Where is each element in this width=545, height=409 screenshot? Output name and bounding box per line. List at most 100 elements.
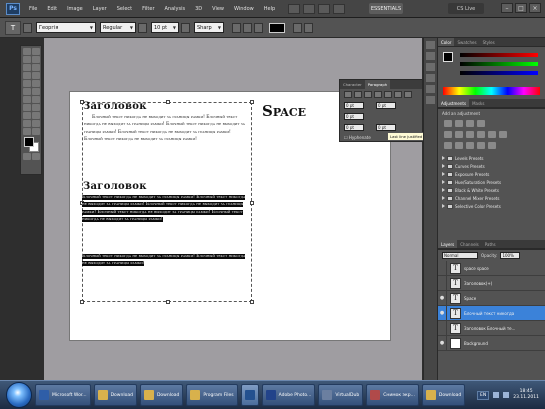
red-slider[interactable] <box>460 53 538 57</box>
color-balance-icon[interactable] <box>466 131 474 138</box>
space-before-field[interactable]: 0 pt <box>344 124 364 131</box>
foreground-color-swatch[interactable] <box>24 137 34 147</box>
frame-handle[interactable] <box>80 300 84 304</box>
visibility-eye-icon[interactable]: ● <box>438 305 447 321</box>
clone-stamp-tool-icon[interactable] <box>23 80 31 87</box>
black-white-icon[interactable] <box>477 131 485 138</box>
visibility-eye-icon[interactable]: ● <box>438 335 447 351</box>
tab-styles[interactable]: Styles <box>480 38 498 46</box>
frame-handle[interactable] <box>250 201 254 205</box>
align-center-icon[interactable] <box>354 91 362 98</box>
vibrance-icon[interactable] <box>444 131 452 138</box>
align-right-icon[interactable] <box>364 91 372 98</box>
move-tool-icon[interactable] <box>23 48 31 55</box>
menu-3d[interactable]: 3D <box>190 6 207 12</box>
menu-help[interactable]: Help <box>259 6 280 12</box>
quick-select-tool-icon[interactable] <box>32 56 40 63</box>
hue-saturation-icon[interactable] <box>455 131 463 138</box>
history-brush-tool-icon[interactable] <box>32 80 40 87</box>
history-icon[interactable] <box>426 41 435 49</box>
quick-mask-icon[interactable] <box>23 153 31 160</box>
tab-character[interactable]: Character <box>340 80 365 89</box>
tab-swatches[interactable]: Swatches <box>454 38 479 46</box>
blur-tool-icon[interactable] <box>23 96 31 103</box>
curves-icon[interactable] <box>466 120 474 127</box>
selective-color-icon[interactable] <box>488 142 496 149</box>
orientation-toggle-icon[interactable] <box>23 22 32 33</box>
actions-icon[interactable] <box>426 52 435 60</box>
brush-tool-icon[interactable] <box>32 72 40 79</box>
preset-channel-mixer[interactable]: Channel Mixer Presets <box>442 194 541 202</box>
pen-tool-icon[interactable] <box>23 104 31 111</box>
bridge-icon[interactable] <box>288 3 301 14</box>
frame-handle[interactable] <box>166 300 170 304</box>
text-color-swatch[interactable] <box>269 22 285 33</box>
visibility-eye-icon[interactable] <box>438 260 447 276</box>
brushes-icon[interactable] <box>426 85 435 93</box>
tab-paragraph[interactable]: Paragraph <box>364 80 391 89</box>
menu-layer[interactable]: Layer <box>88 6 112 12</box>
posterize-icon[interactable] <box>455 142 463 149</box>
cs-live-button[interactable]: CS Live <box>448 3 484 14</box>
visibility-eye-icon[interactable]: ● <box>438 290 447 306</box>
arrange-documents-icon[interactable] <box>333 3 346 14</box>
layer-row[interactable]: Tspace space <box>438 260 545 276</box>
justify-right-icon[interactable] <box>394 91 402 98</box>
font-family-select[interactable]: Георгія ▼ <box>36 22 96 33</box>
3d-orbit-tool-icon[interactable] <box>32 120 40 127</box>
hand-tool-icon[interactable] <box>23 128 31 135</box>
antialias-select[interactable]: Sharp ▼ <box>194 22 224 33</box>
volume-icon[interactable] <box>503 392 510 398</box>
zoom-level-icon[interactable] <box>318 3 331 14</box>
menu-select[interactable]: Select <box>112 6 137 12</box>
frame-handle[interactable] <box>166 100 170 104</box>
layer-row[interactable]: ● T Space <box>438 290 545 306</box>
exposure-icon[interactable] <box>477 120 485 127</box>
marquee-tool-icon[interactable] <box>32 48 40 55</box>
tab-adjustments[interactable]: Adjustments <box>438 99 470 107</box>
dodge-tool-icon[interactable] <box>32 96 40 103</box>
menu-analysis[interactable]: Analysis <box>160 6 191 12</box>
visibility-eye-icon[interactable] <box>438 320 447 336</box>
paragraph-icon[interactable] <box>426 74 435 82</box>
screen-mode-icon[interactable] <box>32 153 40 160</box>
threshold-icon[interactable] <box>466 142 474 149</box>
character-panel-toggle-icon[interactable] <box>304 22 313 33</box>
taskbar-item[interactable]: Program Files <box>186 384 238 406</box>
path-select-tool-icon[interactable] <box>23 112 31 119</box>
crop-tool-icon[interactable] <box>23 64 31 71</box>
menu-edit[interactable]: Edit <box>42 6 62 12</box>
menu-filter[interactable]: Filter <box>137 6 159 12</box>
green-slider[interactable] <box>460 62 538 66</box>
tab-color[interactable]: Color <box>438 38 455 46</box>
preset-curves[interactable]: Curves Presets <box>442 162 541 170</box>
layer-row[interactable]: ● Background <box>438 335 545 351</box>
frame-handle[interactable] <box>250 300 254 304</box>
font-size-select[interactable]: 10 pt ▼ <box>151 22 179 33</box>
justify-all-icon[interactable] <box>404 91 412 98</box>
taskbar-item[interactable]: Adobe Photo... <box>261 384 316 406</box>
maximize-button[interactable]: □ <box>515 3 527 13</box>
taskbar-item[interactable]: Download <box>93 384 137 406</box>
tab-paths[interactable]: Paths <box>482 240 499 248</box>
minimize-button[interactable]: – <box>501 3 513 13</box>
align-left-icon[interactable] <box>232 22 241 33</box>
blend-mode-select[interactable]: Normal <box>442 252 478 259</box>
taskbar-item[interactable]: Microsoft Wor... <box>35 384 91 406</box>
color-spectrum-bar[interactable] <box>443 87 540 95</box>
visibility-eye-icon[interactable] <box>438 275 447 291</box>
3d-rotate-tool-icon[interactable] <box>23 120 31 127</box>
taskbar-item[interactable]: Download <box>421 384 466 406</box>
indent-left-field[interactable]: 0 pt <box>344 102 364 109</box>
indent-right-field[interactable]: 0 pt <box>376 102 396 109</box>
font-style-select[interactable]: Regular ▼ <box>100 22 136 33</box>
preset-hue-saturation[interactable]: Hue/Saturation Presets <box>442 178 541 186</box>
menu-window[interactable]: Window <box>229 6 259 12</box>
space-after-field[interactable]: 0 pt <box>376 124 396 131</box>
preset-exposure[interactable]: Exposure Presets <box>442 170 541 178</box>
layer-row[interactable]: T Заголовок Блочный те... <box>438 320 545 336</box>
preset-black-white[interactable]: Black & White Presets <box>442 186 541 194</box>
shape-tool-icon[interactable] <box>32 112 40 119</box>
eyedropper-tool-icon[interactable] <box>32 64 40 71</box>
invert-icon[interactable] <box>444 142 452 149</box>
